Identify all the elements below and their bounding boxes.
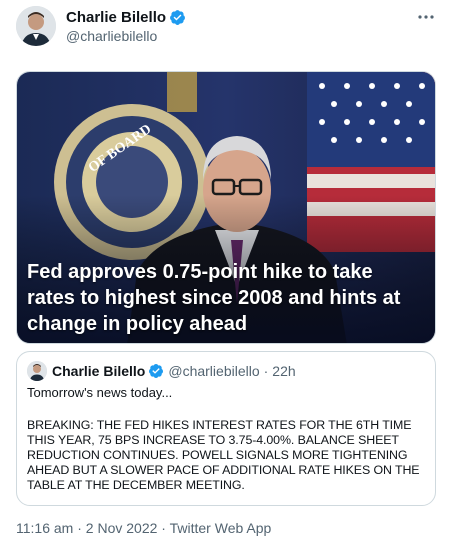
quoted-handle: @charliebilello <box>168 363 260 379</box>
meta-separator: · <box>157 520 170 536</box>
quoted-avatar <box>27 361 47 381</box>
tweet-date[interactable]: 2 Nov 2022 <box>86 520 158 536</box>
tweet-source: Twitter Web App <box>169 520 272 536</box>
quoted-display-name: Charlie Bilello <box>52 363 146 379</box>
verified-badge-icon <box>149 364 164 378</box>
tweet: Charlie Bilello @charliebilello Fed appr… <box>0 0 453 552</box>
quoted-timestamp: 22h <box>272 363 296 379</box>
avatar[interactable] <box>16 6 56 46</box>
quoted-body-text: BREAKING: THE FED HIKES INTEREST RATES F… <box>27 418 420 492</box>
verified-badge-icon <box>170 10 185 25</box>
author-display-name[interactable]: Charlie Bilello <box>66 9 166 26</box>
author-name-row: Charlie Bilello <box>66 9 186 26</box>
quoted-intro-text: Tomorrow's news today... <box>27 385 173 400</box>
profile-photo-icon <box>27 361 47 381</box>
tweet-meta: 11:16 am · 2 Nov 2022 · Twitter Web App <box>16 520 271 536</box>
tweet-media-card[interactable]: OF BOARD Fed approves 0.75-point hike to… <box>16 71 436 344</box>
quoted-tweet[interactable]: Charlie Bilello @charliebilello · 22h To… <box>16 351 436 506</box>
quoted-tweet-header: Charlie Bilello @charliebilello · 22h <box>27 361 296 381</box>
meta-separator: · <box>73 520 86 536</box>
author-handle[interactable]: @charliebilello <box>66 28 157 44</box>
media-headline: Fed approves 0.75-point hike to take rat… <box>27 261 401 335</box>
quoted-separator: · <box>263 363 269 379</box>
more-options-icon[interactable] <box>415 6 437 28</box>
profile-photo-icon <box>16 6 56 46</box>
tweet-time[interactable]: 11:16 am <box>16 520 73 536</box>
